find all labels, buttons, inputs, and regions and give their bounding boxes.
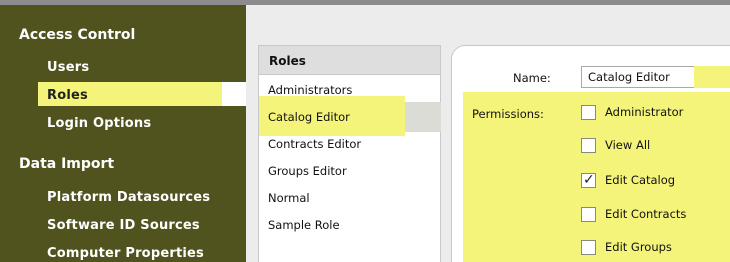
role-item-groups-editor[interactable]: Groups Editor xyxy=(268,164,347,178)
permission-label: Edit Groups xyxy=(605,240,672,254)
roles-list-header: Roles xyxy=(258,45,441,75)
permission-label: Administrator xyxy=(605,105,684,119)
checkmark-icon: ✓ xyxy=(583,172,595,188)
permission-label: Edit Catalog xyxy=(605,173,676,187)
edit-groups-checkbox[interactable] xyxy=(581,240,596,255)
name-input-highlight xyxy=(694,66,730,88)
edit-catalog-checkbox[interactable]: ✓ xyxy=(581,172,596,188)
name-label: Name: xyxy=(513,71,551,85)
permissions-label: Permissions: xyxy=(472,107,544,121)
role-item-sample-role[interactable]: Sample Role xyxy=(268,218,340,232)
sidebar-item-roles[interactable]: Roles xyxy=(47,88,88,103)
permission-label: View All xyxy=(605,138,651,152)
selected-item-highlight-edge xyxy=(222,82,246,106)
name-input[interactable]: Catalog Editor xyxy=(581,66,694,88)
sidebar-item-login-options[interactable]: Login Options xyxy=(47,116,151,131)
sidebar-section-data-import: Data Import xyxy=(19,156,115,172)
sidebar-item-software-id-sources[interactable]: Software ID Sources xyxy=(47,218,200,233)
edit-contracts-checkbox[interactable] xyxy=(581,207,596,222)
sidebar-item-computer-properties[interactable]: Computer Properties xyxy=(47,246,204,261)
administrator-checkbox[interactable] xyxy=(581,105,596,120)
view-all-checkbox[interactable] xyxy=(581,138,596,153)
role-item-administrators[interactable]: Administrators xyxy=(268,83,352,97)
sidebar-item-platform-datasources[interactable]: Platform Datasources xyxy=(47,190,210,205)
role-item-catalog-editor[interactable]: Catalog Editor xyxy=(268,110,350,124)
sidebar-section-access-control: Access Control xyxy=(19,27,136,43)
permission-label: Edit Contracts xyxy=(605,207,687,221)
role-item-normal[interactable]: Normal xyxy=(268,191,310,205)
sidebar-item-users[interactable]: Users xyxy=(47,60,89,75)
role-item-contracts-editor[interactable]: Contracts Editor xyxy=(268,137,361,151)
